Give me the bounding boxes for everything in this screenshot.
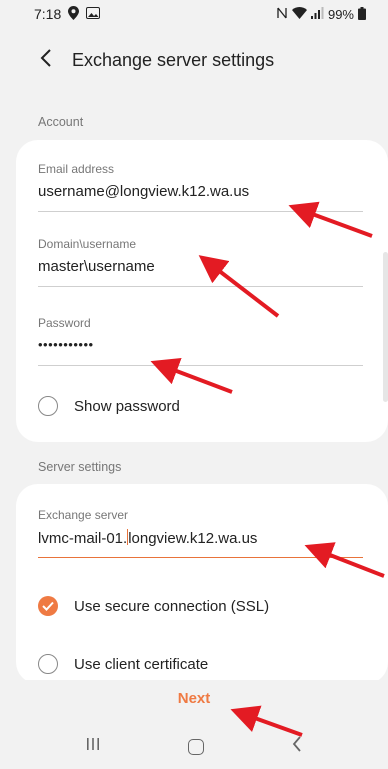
nfc-icon [276, 6, 288, 22]
status-bar: 7:18 99% [0, 0, 388, 28]
app-bar: Exchange server settings [0, 40, 388, 80]
battery-icon [358, 6, 366, 22]
domain-username-label: Domain\username [38, 237, 137, 251]
section-header-server: Server settings [38, 460, 122, 474]
password-label: Password [38, 316, 91, 330]
section-header-account: Account [38, 115, 84, 129]
show-password-label: Show password [74, 397, 180, 415]
scroll-handle[interactable] [383, 252, 388, 402]
email-label: Email address [38, 162, 115, 176]
next-button[interactable]: Next [0, 690, 388, 707]
secure-connection-row[interactable]: Use secure connection (SSL) [38, 596, 269, 616]
domain-username-field[interactable]: Domain\username master\username [38, 237, 363, 287]
page-title: Exchange server settings [72, 49, 275, 70]
email-underline [38, 211, 363, 212]
status-left: 7:18 [34, 6, 101, 22]
password-input[interactable]: ••••••••••• [38, 337, 363, 357]
back-icon[interactable] [292, 735, 302, 758]
exchange-server-field[interactable]: Exchange server lvmc-mail-01.longview.k1… [38, 508, 363, 558]
signal-icon [310, 7, 324, 21]
password-field[interactable]: Password ••••••••••• [38, 316, 363, 366]
status-right: 99% [276, 6, 366, 22]
bottom-area: Next [0, 680, 388, 769]
client-certificate-checkbox[interactable] [38, 654, 58, 674]
client-certificate-label: Use client certificate [74, 655, 209, 673]
checkmark-icon [42, 601, 54, 611]
wifi-icon [291, 7, 307, 21]
exchange-server-underline [38, 557, 363, 558]
show-password-row[interactable]: Show password [38, 396, 180, 416]
location-icon [68, 6, 80, 22]
system-nav-bar [0, 724, 388, 769]
password-underline [38, 365, 363, 366]
status-time: 7:18 [34, 6, 62, 22]
email-field[interactable]: Email address username@longview.k12.wa.u… [38, 162, 363, 212]
home-icon[interactable] [188, 738, 204, 755]
email-input[interactable]: username@longview.k12.wa.us [38, 183, 363, 203]
gallery-icon [86, 7, 101, 21]
client-certificate-row[interactable]: Use client certificate [38, 654, 208, 674]
exchange-server-label: Exchange server [38, 508, 129, 522]
domain-username-underline [38, 286, 363, 287]
exchange-server-value-end: longview.k12.wa.us [128, 530, 258, 547]
secure-connection-checkbox[interactable] [38, 596, 58, 616]
secure-connection-label: Use secure connection (SSL) [74, 597, 270, 615]
exchange-server-input[interactable]: lvmc-mail-01.longview.k12.wa.us [38, 529, 363, 549]
show-password-checkbox[interactable] [38, 396, 58, 416]
exchange-server-value-start: lvmc-mail-01. [38, 530, 128, 547]
account-card: Email address username@longview.k12.wa.u… [16, 140, 388, 442]
domain-username-input[interactable]: master\username [38, 258, 363, 278]
recent-apps-icon[interactable] [86, 737, 100, 756]
battery-percent: 99% [327, 6, 354, 22]
back-chevron-icon[interactable] [40, 49, 52, 71]
